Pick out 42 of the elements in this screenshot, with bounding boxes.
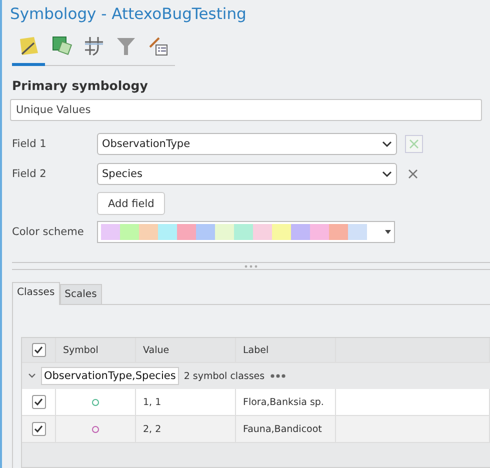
column-header[interactable]: Value <box>136 338 236 362</box>
section-heading: Primary symbology <box>12 78 149 93</box>
color-scheme-dropdown[interactable] <box>97 221 395 243</box>
group-name-field[interactable]: ObservationType,Species <box>41 367 179 385</box>
grid-icon <box>82 35 105 57</box>
checkbox[interactable] <box>32 343 46 357</box>
filter-icon <box>115 35 138 57</box>
check-icon <box>34 346 43 354</box>
grip-icon[interactable] <box>243 264 259 268</box>
close-icon <box>408 169 418 179</box>
add-field-button[interactable]: Add field <box>97 192 166 215</box>
table-cell: 1, 1 <box>136 389 236 415</box>
field-dropdown[interactable]: ObservationType <box>97 133 397 155</box>
checkbox[interactable] <box>32 422 46 436</box>
point-symbol-icon[interactable] <box>92 398 99 406</box>
brush-icon <box>18 35 40 57</box>
close-icon <box>409 139 419 149</box>
table-cell: Flora,Banksia sp. <box>236 389 336 415</box>
point-symbol-icon[interactable] <box>92 426 99 432</box>
legend-icon <box>147 35 170 57</box>
check-icon <box>34 425 43 433</box>
chevron-icon[interactable] <box>28 373 36 379</box>
field-label: Field 2 <box>11 168 48 180</box>
chevron-icon <box>382 140 392 148</box>
dropdown-arrow-icon <box>385 230 391 234</box>
field-label: Color scheme <box>11 226 85 238</box>
check-icon <box>34 398 43 406</box>
chevron-icon <box>382 170 392 178</box>
table-cell: Fauna,Bandicoot <box>236 416 336 442</box>
class-count: 2 symbol classes <box>184 370 265 382</box>
tab[interactable]: Scales <box>60 284 102 304</box>
table-cell: 2, 2 <box>136 416 236 442</box>
window-title: Symbology - AttexoBugTesting <box>9 4 248 25</box>
column-header[interactable]: Label <box>236 338 336 362</box>
field-dropdown[interactable]: Species <box>97 163 397 185</box>
tab[interactable]: Classes <box>12 282 60 305</box>
checkbox[interactable] <box>32 395 46 409</box>
field-label: Field 1 <box>11 138 48 150</box>
column-header[interactable]: Symbol <box>56 338 136 362</box>
more-icon[interactable] <box>270 374 286 378</box>
symbology-dropdown[interactable]: Unique Values <box>10 99 482 121</box>
layers-icon <box>50 35 73 57</box>
